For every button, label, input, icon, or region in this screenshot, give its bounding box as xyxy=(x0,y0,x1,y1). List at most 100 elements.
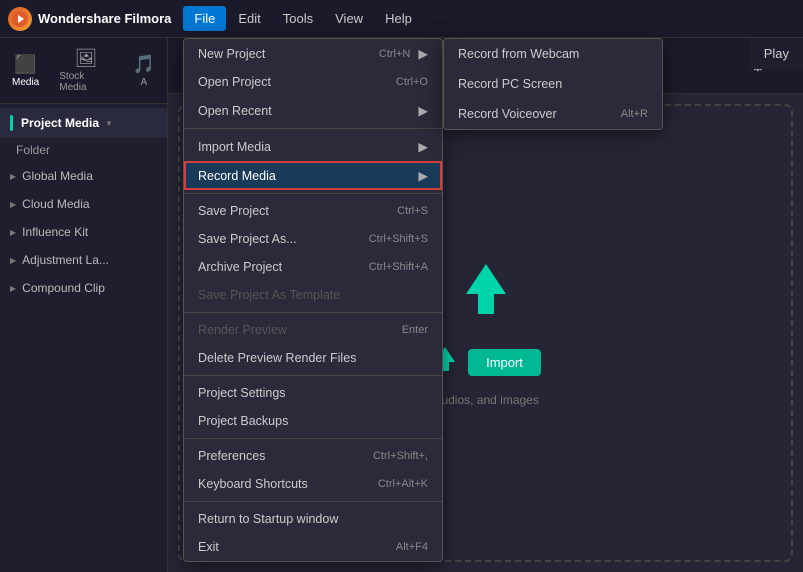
import-media-label: Import Media xyxy=(198,140,271,154)
menu-record-media[interactable]: Record Media ▶ xyxy=(184,161,442,190)
project-settings-label: Project Settings xyxy=(198,386,286,400)
chevron-icon-project-media: ▼ xyxy=(105,119,113,128)
submenu-record-pc-screen[interactable]: Record PC Screen xyxy=(444,69,662,99)
audio-icon: 🎵 xyxy=(133,54,155,75)
project-backups-label: Project Backups xyxy=(198,414,288,428)
new-project-arrow: ▶ xyxy=(418,46,428,61)
menu-import-media[interactable]: Import Media ▶ xyxy=(184,132,442,161)
chevron-icon-global: ▶ xyxy=(10,172,16,181)
menu-project-settings[interactable]: Project Settings xyxy=(184,379,442,407)
sidebar-nav: Project Media ▼ Folder ▶ Global Media ▶ … xyxy=(0,104,167,572)
keyboard-shortcuts-shortcut: Ctrl+Alt+K xyxy=(378,478,428,490)
menu-new-project[interactable]: New Project Ctrl+N ▶ xyxy=(184,39,442,68)
top-bar: Wondershare Filmora File Edit Tools View… xyxy=(0,0,803,38)
menu-save-project-as[interactable]: Save Project As... Ctrl+Shift+S xyxy=(184,225,442,253)
save-template-label: Save Project As Template xyxy=(198,288,340,302)
sidebar-item-project-media[interactable]: Project Media ▼ xyxy=(0,108,167,138)
menu-archive-project[interactable]: Archive Project Ctrl+Shift+A xyxy=(184,253,442,281)
sidebar: ⬛ Media 🖼 Stock Media 🎵 A Project Media … xyxy=(0,38,168,572)
import-row: Import xyxy=(430,344,541,381)
tab-media-label: Media xyxy=(12,77,39,88)
menu-preferences[interactable]: Preferences Ctrl+Shift+, xyxy=(184,442,442,470)
import-media-arrow: ▶ xyxy=(418,139,428,154)
menu-return-startup[interactable]: Return to Startup window xyxy=(184,505,442,533)
new-project-label: New Project xyxy=(198,47,265,61)
return-startup-label: Return to Startup window xyxy=(198,512,338,526)
import-button[interactable]: Import xyxy=(468,349,541,376)
chevron-icon-adjustment: ▶ xyxy=(10,256,16,265)
tab-stock-label: Stock Media xyxy=(59,71,112,93)
file-dropdown: New Project Ctrl+N ▶ Open Project Ctrl+O… xyxy=(183,38,443,562)
menu-exit[interactable]: Exit Alt+F4 xyxy=(184,533,442,561)
menu-render-preview: Render Preview Enter xyxy=(184,316,442,344)
archive-project-label: Archive Project xyxy=(198,260,282,274)
app-name: Wondershare Filmora xyxy=(38,11,171,26)
tab-audio-label: A xyxy=(140,77,147,88)
menu-project-backups[interactable]: Project Backups xyxy=(184,407,442,435)
chevron-icon-influence: ▶ xyxy=(10,228,16,237)
menu-file[interactable]: File xyxy=(183,6,226,31)
menu-open-project[interactable]: Open Project Ctrl+O xyxy=(184,68,442,96)
submenu-record-voiceover[interactable]: Record Voiceover Alt+R xyxy=(444,99,662,129)
app-logo-icon xyxy=(8,7,32,31)
menu-save-project[interactable]: Save Project Ctrl+S xyxy=(184,197,442,225)
sidebar-item-cloud-media[interactable]: ▶ Cloud Media xyxy=(0,190,167,218)
preferences-shortcut: Ctrl+Shift+, xyxy=(373,450,428,462)
sep-5 xyxy=(184,438,442,439)
preferences-label: Preferences xyxy=(198,449,265,463)
sidebar-item-compound-clip[interactable]: ▶ Compound Clip xyxy=(0,274,167,302)
delete-preview-label: Delete Preview Render Files xyxy=(198,351,356,365)
save-project-shortcut: Ctrl+S xyxy=(397,205,428,217)
chevron-icon-compound: ▶ xyxy=(10,284,16,293)
menu-edit[interactable]: Edit xyxy=(228,7,270,30)
chevron-icon-cloud: ▶ xyxy=(10,200,16,209)
new-project-shortcut: Ctrl+N xyxy=(379,48,410,60)
menu-save-project-template: Save Project As Template xyxy=(184,281,442,309)
tab-media[interactable]: ⬛ Media xyxy=(4,50,47,92)
menu-keyboard-shortcuts[interactable]: Keyboard Shortcuts Ctrl+Alt+K xyxy=(184,470,442,498)
menu-help[interactable]: Help xyxy=(375,7,422,30)
sidebar-item-adjustment[interactable]: ▶ Adjustment La... xyxy=(0,246,167,274)
save-project-as-label: Save Project As... xyxy=(198,232,297,246)
record-media-label: Record Media xyxy=(198,169,276,183)
media-icon: ⬛ xyxy=(14,54,36,75)
sep-3 xyxy=(184,312,442,313)
record-pc-screen-label: Record PC Screen xyxy=(458,77,562,91)
sep-2 xyxy=(184,193,442,194)
exit-shortcut: Alt+F4 xyxy=(396,541,428,553)
menu-delete-preview[interactable]: Delete Preview Render Files xyxy=(184,344,442,372)
tab-audio[interactable]: 🎵 A xyxy=(125,50,163,92)
archive-project-shortcut: Ctrl+Shift+A xyxy=(369,261,428,273)
menu-open-recent[interactable]: Open Recent ▶ xyxy=(184,96,442,125)
open-recent-arrow: ▶ xyxy=(418,103,428,118)
media-tabs: ⬛ Media 🖼 Stock Media 🎵 A xyxy=(0,38,167,104)
record-webcam-label: Record from Webcam xyxy=(458,47,579,61)
stock-media-icon: 🖼 xyxy=(74,48,97,69)
play-area: Play xyxy=(750,38,803,69)
play-label: Play xyxy=(764,46,789,61)
sidebar-item-global-media[interactable]: ▶ Global Media xyxy=(0,162,167,190)
menu-view[interactable]: View xyxy=(325,7,373,30)
render-preview-label: Render Preview xyxy=(198,323,287,337)
sidebar-label-project-media: Project Media xyxy=(21,116,99,130)
sidebar-label-global-media: Global Media xyxy=(22,169,93,183)
record-media-arrow: ▶ xyxy=(418,168,428,183)
drop-text: studios, and images xyxy=(432,393,539,407)
open-project-shortcut: Ctrl+O xyxy=(396,76,428,88)
submenu-record-webcam[interactable]: Record from Webcam xyxy=(444,39,662,69)
render-preview-shortcut: Enter xyxy=(402,324,428,336)
sidebar-item-influence-kit[interactable]: ▶ Influence Kit xyxy=(0,218,167,246)
sidebar-label-cloud-media: Cloud Media xyxy=(22,197,89,211)
sep-4 xyxy=(184,375,442,376)
record-voiceover-label: Record Voiceover xyxy=(458,107,557,121)
app-logo: Wondershare Filmora xyxy=(8,7,171,31)
sep-1 xyxy=(184,128,442,129)
drop-icon xyxy=(456,259,516,332)
menu-tools[interactable]: Tools xyxy=(273,7,323,30)
sidebar-item-folder[interactable]: Folder xyxy=(0,138,167,162)
open-project-label: Open Project xyxy=(198,75,271,89)
tab-stock-media[interactable]: 🖼 Stock Media xyxy=(51,44,120,97)
save-project-label: Save Project xyxy=(198,204,269,218)
keyboard-shortcuts-label: Keyboard Shortcuts xyxy=(198,477,308,491)
exit-label: Exit xyxy=(198,540,219,554)
